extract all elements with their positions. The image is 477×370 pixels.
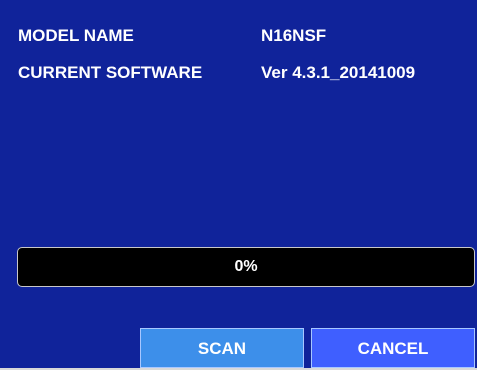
- current-software-label: CURRENT SOFTWARE: [18, 63, 203, 82]
- progress-percent-text: 0%: [234, 258, 258, 275]
- update-progress-bar: 0%: [17, 247, 475, 287]
- cancel-button[interactable]: CANCEL: [311, 328, 475, 368]
- model-name-label: MODEL NAME: [18, 26, 134, 45]
- software-update-panel: MODEL NAME N16NSF CURRENT SOFTWARE Ver 4…: [0, 0, 477, 370]
- scan-button[interactable]: SCAN: [140, 328, 304, 368]
- current-software-value: Ver 4.3.1_20141009: [261, 63, 416, 82]
- model-name-value: N16NSF: [261, 26, 327, 45]
